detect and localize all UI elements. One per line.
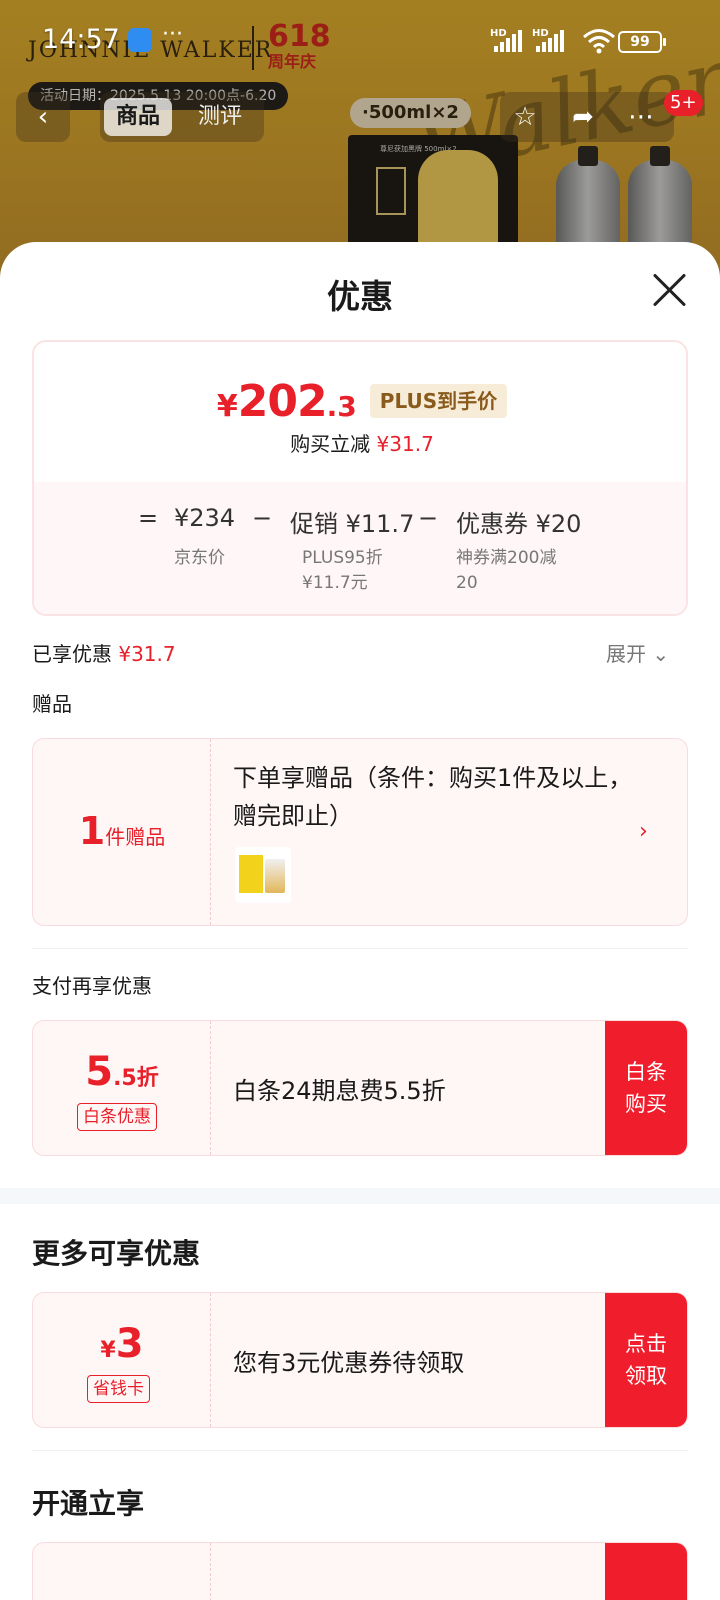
clock: 14:57	[42, 24, 120, 55]
price-integer: 202	[237, 376, 328, 427]
gift-card-left: 1件赠品	[33, 739, 211, 925]
formula-equals: =	[138, 504, 159, 532]
claim-coupon-button[interactable]: 点击 领取	[605, 1293, 687, 1427]
baitiao-discount-small: .5折	[113, 1066, 159, 1091]
savings-card-tag: 省钱卡	[87, 1375, 150, 1403]
star-icon[interactable]: ☆	[510, 102, 540, 132]
price-currency: ¥	[216, 389, 238, 424]
discount-sheet: 优惠 ¥202.3 PLUS到手价 购买立减 ¥31.7 = ¥234 京东价 …	[0, 242, 720, 1600]
reduce-value: ¥31.7	[376, 432, 434, 456]
nav-actions: ☆ ➦ ⋯	[500, 92, 674, 142]
baitiao-discount-big: 5	[85, 1049, 114, 1095]
back-button[interactable]: ‹	[16, 92, 70, 142]
cta-line: 白条	[625, 1060, 667, 1084]
final-price: ¥202.3 PLUS到手价	[34, 376, 686, 427]
sheet-title: 优惠	[327, 277, 393, 316]
wifi-icon	[583, 29, 615, 54]
reduce-label: 购买立减	[290, 432, 371, 456]
more-notifications-icon: ···	[162, 22, 183, 47]
gift-box-image	[239, 855, 263, 893]
baitiao-buy-button[interactable]: 白条 购买	[605, 1021, 687, 1155]
jd-price-value: ¥234	[174, 504, 236, 532]
expand-toggle[interactable]: 展开 ⌄	[606, 638, 669, 667]
gift-section-label: 赠品	[32, 692, 72, 716]
gift-count-unit: 件赠品	[105, 825, 166, 849]
baitiao-description: 白条24期息费5.5折	[233, 1077, 446, 1105]
promo-desc: PLUS95折 ¥11.7元	[302, 546, 383, 596]
gift-count: 1件赠品	[33, 809, 211, 853]
app-notification-icon	[128, 28, 152, 52]
gift-thumbnail[interactable]	[235, 847, 291, 903]
baitiao-card-left: 5.5折 白条优惠	[33, 1021, 211, 1155]
savings-description: 您有3元优惠券待领取	[233, 1349, 465, 1377]
tab-product[interactable]: 商品	[104, 98, 173, 136]
chevron-left-icon: ‹	[37, 102, 49, 132]
baitiao-tag: 白条优惠	[77, 1103, 157, 1131]
coupon-desc: 神券满200减 20	[456, 546, 556, 596]
cta-line: 领取	[625, 1364, 667, 1388]
chevron-right-icon: ›	[639, 819, 648, 844]
baitiao-discount: 5.5折	[33, 1049, 211, 1095]
plus-price-tag: PLUS到手价	[369, 384, 508, 418]
nav-tabs: 商品 测评	[100, 92, 264, 142]
membership-card	[32, 1542, 688, 1600]
coupon-desc-line1: 神券满200减	[456, 548, 557, 568]
savings-card: ¥3 省钱卡 您有3元优惠券待领取 点击 领取	[32, 1292, 688, 1428]
promo-title: 促销 ¥11.7	[290, 510, 415, 538]
chevron-down-icon: ⌄	[652, 642, 670, 666]
coupon-title: 优惠券 ¥20	[456, 510, 582, 538]
close-icon[interactable]	[650, 270, 690, 310]
formula-minus: −	[418, 504, 439, 532]
cta-line: 购买	[625, 1092, 667, 1116]
more-discounts-title: 更多可享优惠	[32, 1237, 201, 1270]
open-membership-title: 开通立享	[32, 1487, 145, 1520]
savings-amount: ¥3	[33, 1321, 211, 1367]
reduce-line: 购买立减 ¥31.7	[34, 428, 686, 457]
gift-count-number: 1	[78, 809, 106, 853]
enjoyed-value: ¥31.7	[118, 642, 176, 666]
tab-review[interactable]: 测评	[186, 98, 254, 136]
pay-discount-label: 支付再享优惠	[32, 974, 152, 998]
battery-indicator: 99	[618, 31, 666, 53]
status-bar: 14:57 ··· HD HD 99	[0, 0, 720, 80]
savings-currency: ¥	[100, 1338, 116, 1363]
cta-line: 点击	[625, 1332, 667, 1356]
jd-price-label: 京东价	[174, 548, 225, 568]
membership-cta[interactable]	[605, 1543, 687, 1600]
enjoyed-discount: 已享优惠 ¥31.7	[32, 638, 176, 667]
price-formula: = ¥234 京东价 − 促销 ¥11.7 PLUS95折 ¥11.7元 − 优…	[34, 482, 686, 614]
promo-desc-line1: PLUS95折	[302, 548, 383, 568]
gift-glass-image	[265, 859, 285, 893]
enjoyed-label: 已享优惠	[32, 642, 112, 666]
divider	[32, 1450, 688, 1451]
promo-desc-line2: ¥11.7元	[302, 573, 368, 593]
coupon-desc-line2: 20	[456, 573, 478, 593]
price-decimal: .3	[326, 390, 357, 423]
savings-amount-value: 3	[115, 1321, 144, 1367]
gift-description: 下单享赠品（条件：购买1件及以上，赠完即止）	[233, 764, 633, 830]
expand-label: 展开	[606, 642, 646, 666]
section-gap	[0, 1188, 720, 1204]
gift-card[interactable]: 1件赠品 下单享赠品（条件：购买1件及以上，赠完即止） ›	[32, 738, 688, 926]
message-badge: 5+	[664, 90, 703, 116]
more-icon[interactable]: ⋯	[626, 102, 656, 132]
price-card: ¥202.3 PLUS到手价 购买立减 ¥31.7 = ¥234 京东价 − 促…	[32, 340, 688, 616]
formula-minus: −	[252, 504, 273, 532]
signal-icon	[536, 30, 566, 52]
membership-card-left	[33, 1543, 211, 1600]
divider	[32, 948, 688, 949]
baitiao-card: 5.5折 白条优惠 白条24期息费5.5折 白条 购买	[32, 1020, 688, 1156]
share-icon[interactable]: ➦	[568, 102, 598, 132]
signal-icon	[494, 30, 524, 52]
savings-card-left: ¥3 省钱卡	[33, 1293, 211, 1427]
